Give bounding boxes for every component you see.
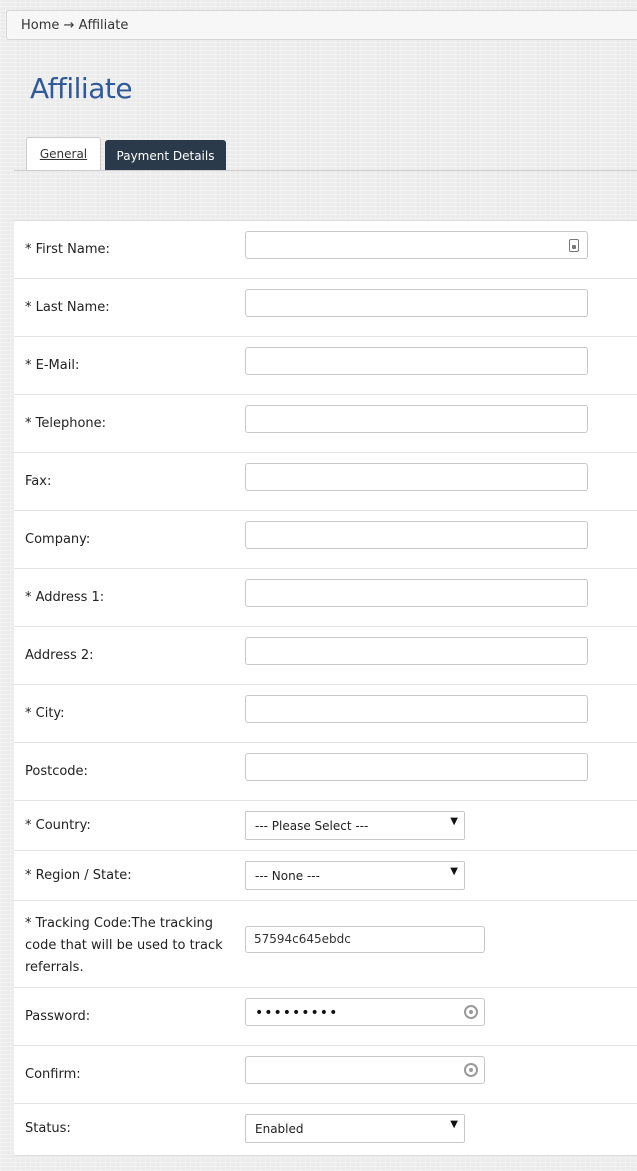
row-city: * City: (14, 685, 637, 743)
company-label: Company: (25, 532, 91, 547)
postcode-field[interactable] (245, 753, 588, 781)
address2-label: Address 2: (25, 648, 94, 663)
city-label: * City: (25, 706, 65, 721)
telephone-label: * Telephone: (25, 416, 107, 431)
key-icon[interactable] (464, 1005, 478, 1019)
row-address1: * Address 1: (14, 569, 637, 627)
status-selected: Enabled (255, 1122, 304, 1136)
chevron-down-icon: ▼ (450, 816, 458, 827)
key-icon[interactable] (464, 1063, 478, 1077)
page-title: Affiliate (30, 72, 133, 105)
tab-general-label: General (39, 147, 88, 161)
region-selected: --- None --- (255, 869, 320, 883)
company-field[interactable] (245, 521, 588, 549)
chevron-down-icon: ▼ (450, 1119, 458, 1130)
status-select[interactable]: Enabled ▼ (245, 1114, 465, 1143)
first-name-label: * First Name: (25, 242, 110, 257)
country-label: * Country: (25, 818, 91, 833)
last-name-field[interactable] (245, 289, 588, 317)
row-address2: Address 2: (14, 627, 637, 685)
password-value: ••••••••• (255, 1005, 339, 1021)
row-confirm: Confirm: (14, 1046, 637, 1104)
country-select[interactable]: --- Please Select --- ▼ (245, 811, 465, 840)
postcode-label: Postcode: (25, 764, 88, 779)
row-region: * Region / State: --- None --- ▼ (14, 851, 637, 901)
row-fax: Fax: (14, 453, 637, 511)
password-field[interactable]: ••••••••• (245, 998, 485, 1026)
address1-label: * Address 1: (25, 590, 105, 605)
row-tracking-code: * Tracking Code:The tracking code that w… (14, 901, 637, 988)
confirm-field[interactable] (245, 1056, 485, 1084)
password-label: Password: (25, 1009, 91, 1024)
status-label: Status: (25, 1121, 71, 1136)
row-company: Company: (14, 511, 637, 569)
region-label: * Region / State: (25, 868, 132, 883)
telephone-field[interactable] (245, 405, 588, 433)
address2-field[interactable] (245, 637, 588, 665)
breadcrumb-home[interactable]: Home (21, 18, 59, 33)
country-selected: --- Please Select --- (255, 819, 369, 833)
row-password: Password: ••••••••• (14, 988, 637, 1046)
row-first-name: * First Name: (14, 221, 637, 279)
tab-payment-details[interactable]: Payment Details (105, 140, 226, 171)
fax-label: Fax: (25, 474, 52, 489)
email-field[interactable] (245, 347, 588, 375)
first-name-field[interactable] (245, 231, 588, 259)
breadcrumb: Home → Affiliate (6, 10, 637, 40)
row-last-name: * Last Name: (14, 279, 637, 337)
tab-divider (14, 170, 637, 171)
fax-field[interactable] (245, 463, 588, 491)
last-name-label: * Last Name: (25, 300, 110, 315)
row-country: * Country: --- Please Select --- ▼ (14, 801, 637, 851)
confirm-label: Confirm: (25, 1067, 81, 1082)
tracking-code-field[interactable]: 57594c645ebdc (245, 926, 485, 953)
row-telephone: * Telephone: (14, 395, 637, 453)
row-email: * E-Mail: (14, 337, 637, 395)
breadcrumb-current: Affiliate (78, 18, 129, 33)
row-postcode: Postcode: (14, 743, 637, 801)
contact-card-icon[interactable] (569, 239, 579, 252)
tab-general[interactable]: General (26, 137, 101, 171)
chevron-down-icon: ▼ (450, 866, 458, 877)
region-select[interactable]: --- None --- ▼ (245, 861, 465, 890)
email-label: * E-Mail: (25, 358, 80, 373)
address1-field[interactable] (245, 579, 588, 607)
breadcrumb-separator: → (63, 18, 75, 33)
row-status: Status: Enabled ▼ (14, 1104, 637, 1154)
city-field[interactable] (245, 695, 588, 723)
affiliate-form: * First Name: * Last Name: * E-Mail: * T… (14, 220, 637, 1156)
tracking-code-value: 57594c645ebdc (254, 932, 351, 946)
tracking-code-label: * Tracking Code:The tracking code that w… (25, 916, 223, 975)
